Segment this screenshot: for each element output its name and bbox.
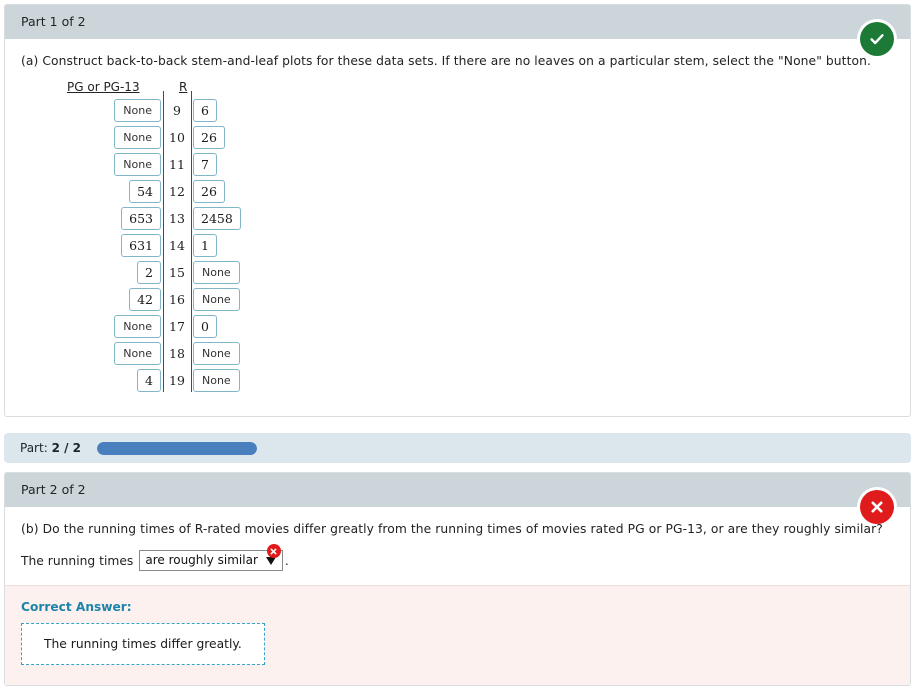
correct-answer-section: Correct Answer: The running times differ… <box>5 585 910 686</box>
leaf-none-button-right[interactable]: None <box>193 261 240 285</box>
leaf-cell-left: 4 <box>67 369 162 393</box>
leaf-cell-left: 42 <box>67 288 162 312</box>
progress-label-value: 2 / 2 <box>51 441 81 455</box>
stem-value: 16 <box>169 292 185 308</box>
leaf-cell-left: 653 <box>67 207 162 231</box>
incorrect-marker-icon <box>266 544 281 559</box>
leaf-value-right[interactable]: 2458 <box>193 207 241 231</box>
answer-line: The running times are roughly similar . <box>21 544 894 585</box>
leaf-none-button-left[interactable]: None <box>114 342 161 366</box>
leaf-cell-right: None <box>192 369 240 393</box>
stem-and-leaf-rows: None 9 6 None 10 26 None 11 7 54 12 26 653 13 2458 631 1… <box>21 91 894 394</box>
answer-dropdown[interactable]: are roughly similar <box>139 544 283 572</box>
part-2-question-text: (b) Do the running times of R-rated movi… <box>21 522 883 536</box>
leaf-value-left[interactable]: 42 <box>129 288 161 312</box>
progress-track <box>97 441 257 455</box>
stem-value: 11 <box>169 157 185 173</box>
stem-value: 10 <box>169 130 185 146</box>
part-2-card: Part 2 of 2 (b) Do the running times of … <box>4 472 911 687</box>
leaf-cell-right: None <box>192 288 240 312</box>
leaf-none-button-right[interactable]: None <box>193 369 240 393</box>
stem-value: 15 <box>169 265 185 281</box>
leaf-value-left[interactable]: 4 <box>137 369 161 393</box>
part-1-question-text: (a) Construct back-to-back stem-and-leaf… <box>21 54 871 68</box>
answer-suffix: . <box>284 553 289 568</box>
plot-heading-right: R <box>179 80 188 95</box>
leaf-cell-right: None <box>192 261 240 285</box>
leaf-none-button-right[interactable]: None <box>193 288 240 312</box>
leaf-value-right[interactable]: 0 <box>193 315 217 339</box>
leaf-cell-left: None <box>67 153 162 177</box>
plot-heading-left: PG or PG-13 <box>67 80 140 95</box>
leaf-none-button-left[interactable]: None <box>114 153 161 177</box>
part-2-body: (b) Do the running times of R-rated movi… <box>5 507 910 686</box>
plot-divider-right <box>191 91 192 393</box>
correct-answer-title: Correct Answer: <box>21 600 132 615</box>
stem-value: 14 <box>169 238 185 254</box>
correct-answer-box: The running times differ greatly. <box>21 623 265 666</box>
stem-value: 12 <box>169 184 185 200</box>
stem-value: 18 <box>169 346 185 362</box>
progress-label-prefix: Part: <box>20 441 48 455</box>
leaf-cell-left: 631 <box>67 234 162 258</box>
leaf-cell-right: 26 <box>192 126 225 150</box>
answer-dropdown-value: are roughly similar <box>145 553 258 568</box>
leaf-cell-right: 2458 <box>192 207 241 231</box>
part-2-header: Part 2 of 2 <box>5 473 910 507</box>
leaf-none-button-right[interactable]: None <box>193 342 240 366</box>
leaf-none-button-left[interactable]: None <box>114 126 161 150</box>
leaf-value-left[interactable]: 2 <box>137 261 161 285</box>
leaf-cell-right: 26 <box>192 180 225 204</box>
part-1-header: Part 1 of 2 <box>5 5 910 39</box>
leaf-value-right[interactable]: 26 <box>193 126 225 150</box>
stem-and-leaf-headings: PG or PG-13 R <box>21 80 894 94</box>
stem-value: 9 <box>173 103 181 119</box>
stem-value: 17 <box>169 319 185 335</box>
leaf-cell-left: 2 <box>67 261 162 285</box>
progress-label: Part: 2 / 2 <box>20 441 81 455</box>
leaf-cell-left: None <box>67 315 162 339</box>
stem-and-leaf-plot: PG or PG-13 R None 9 6 None 10 26 None 11 7 54 12 2… <box>21 80 894 394</box>
leaf-cell-left: 54 <box>67 180 162 204</box>
part-1-body: (a) Construct back-to-back stem-and-leaf… <box>5 39 910 416</box>
leaf-cell-right: 7 <box>192 153 217 177</box>
leaf-cell-right: None <box>192 342 240 366</box>
leaf-value-left[interactable]: 631 <box>121 234 161 258</box>
leaf-value-right[interactable]: 6 <box>193 99 217 123</box>
leaf-value-left[interactable]: 54 <box>129 180 161 204</box>
leaf-cell-left: None <box>67 99 162 123</box>
leaf-value-left[interactable]: 653 <box>121 207 161 231</box>
part-1-card: Part 1 of 2 (a) Construct back-to-back s… <box>4 4 911 418</box>
leaf-cell-right: 6 <box>192 99 217 123</box>
part-progress-band: Part: 2 / 2 <box>4 433 911 463</box>
leaf-cell-right: 1 <box>192 234 217 258</box>
plot-divider-left <box>163 91 164 393</box>
leaf-cell-left: None <box>67 342 162 366</box>
exercise-page: Part 1 of 2 (a) Construct back-to-back s… <box>0 0 915 690</box>
leaf-none-button-left[interactable]: None <box>114 99 161 123</box>
leaf-value-right[interactable]: 26 <box>193 180 225 204</box>
leaf-cell-left: None <box>67 126 162 150</box>
leaf-value-right[interactable]: 1 <box>193 234 217 258</box>
leaf-none-button-left[interactable]: None <box>114 315 161 339</box>
answer-prefix: The running times <box>21 553 134 568</box>
stem-value: 13 <box>169 211 185 227</box>
leaf-cell-right: 0 <box>192 315 217 339</box>
progress-fill <box>97 441 257 455</box>
leaf-value-right[interactable]: 7 <box>193 153 217 177</box>
stem-value: 19 <box>169 373 185 389</box>
